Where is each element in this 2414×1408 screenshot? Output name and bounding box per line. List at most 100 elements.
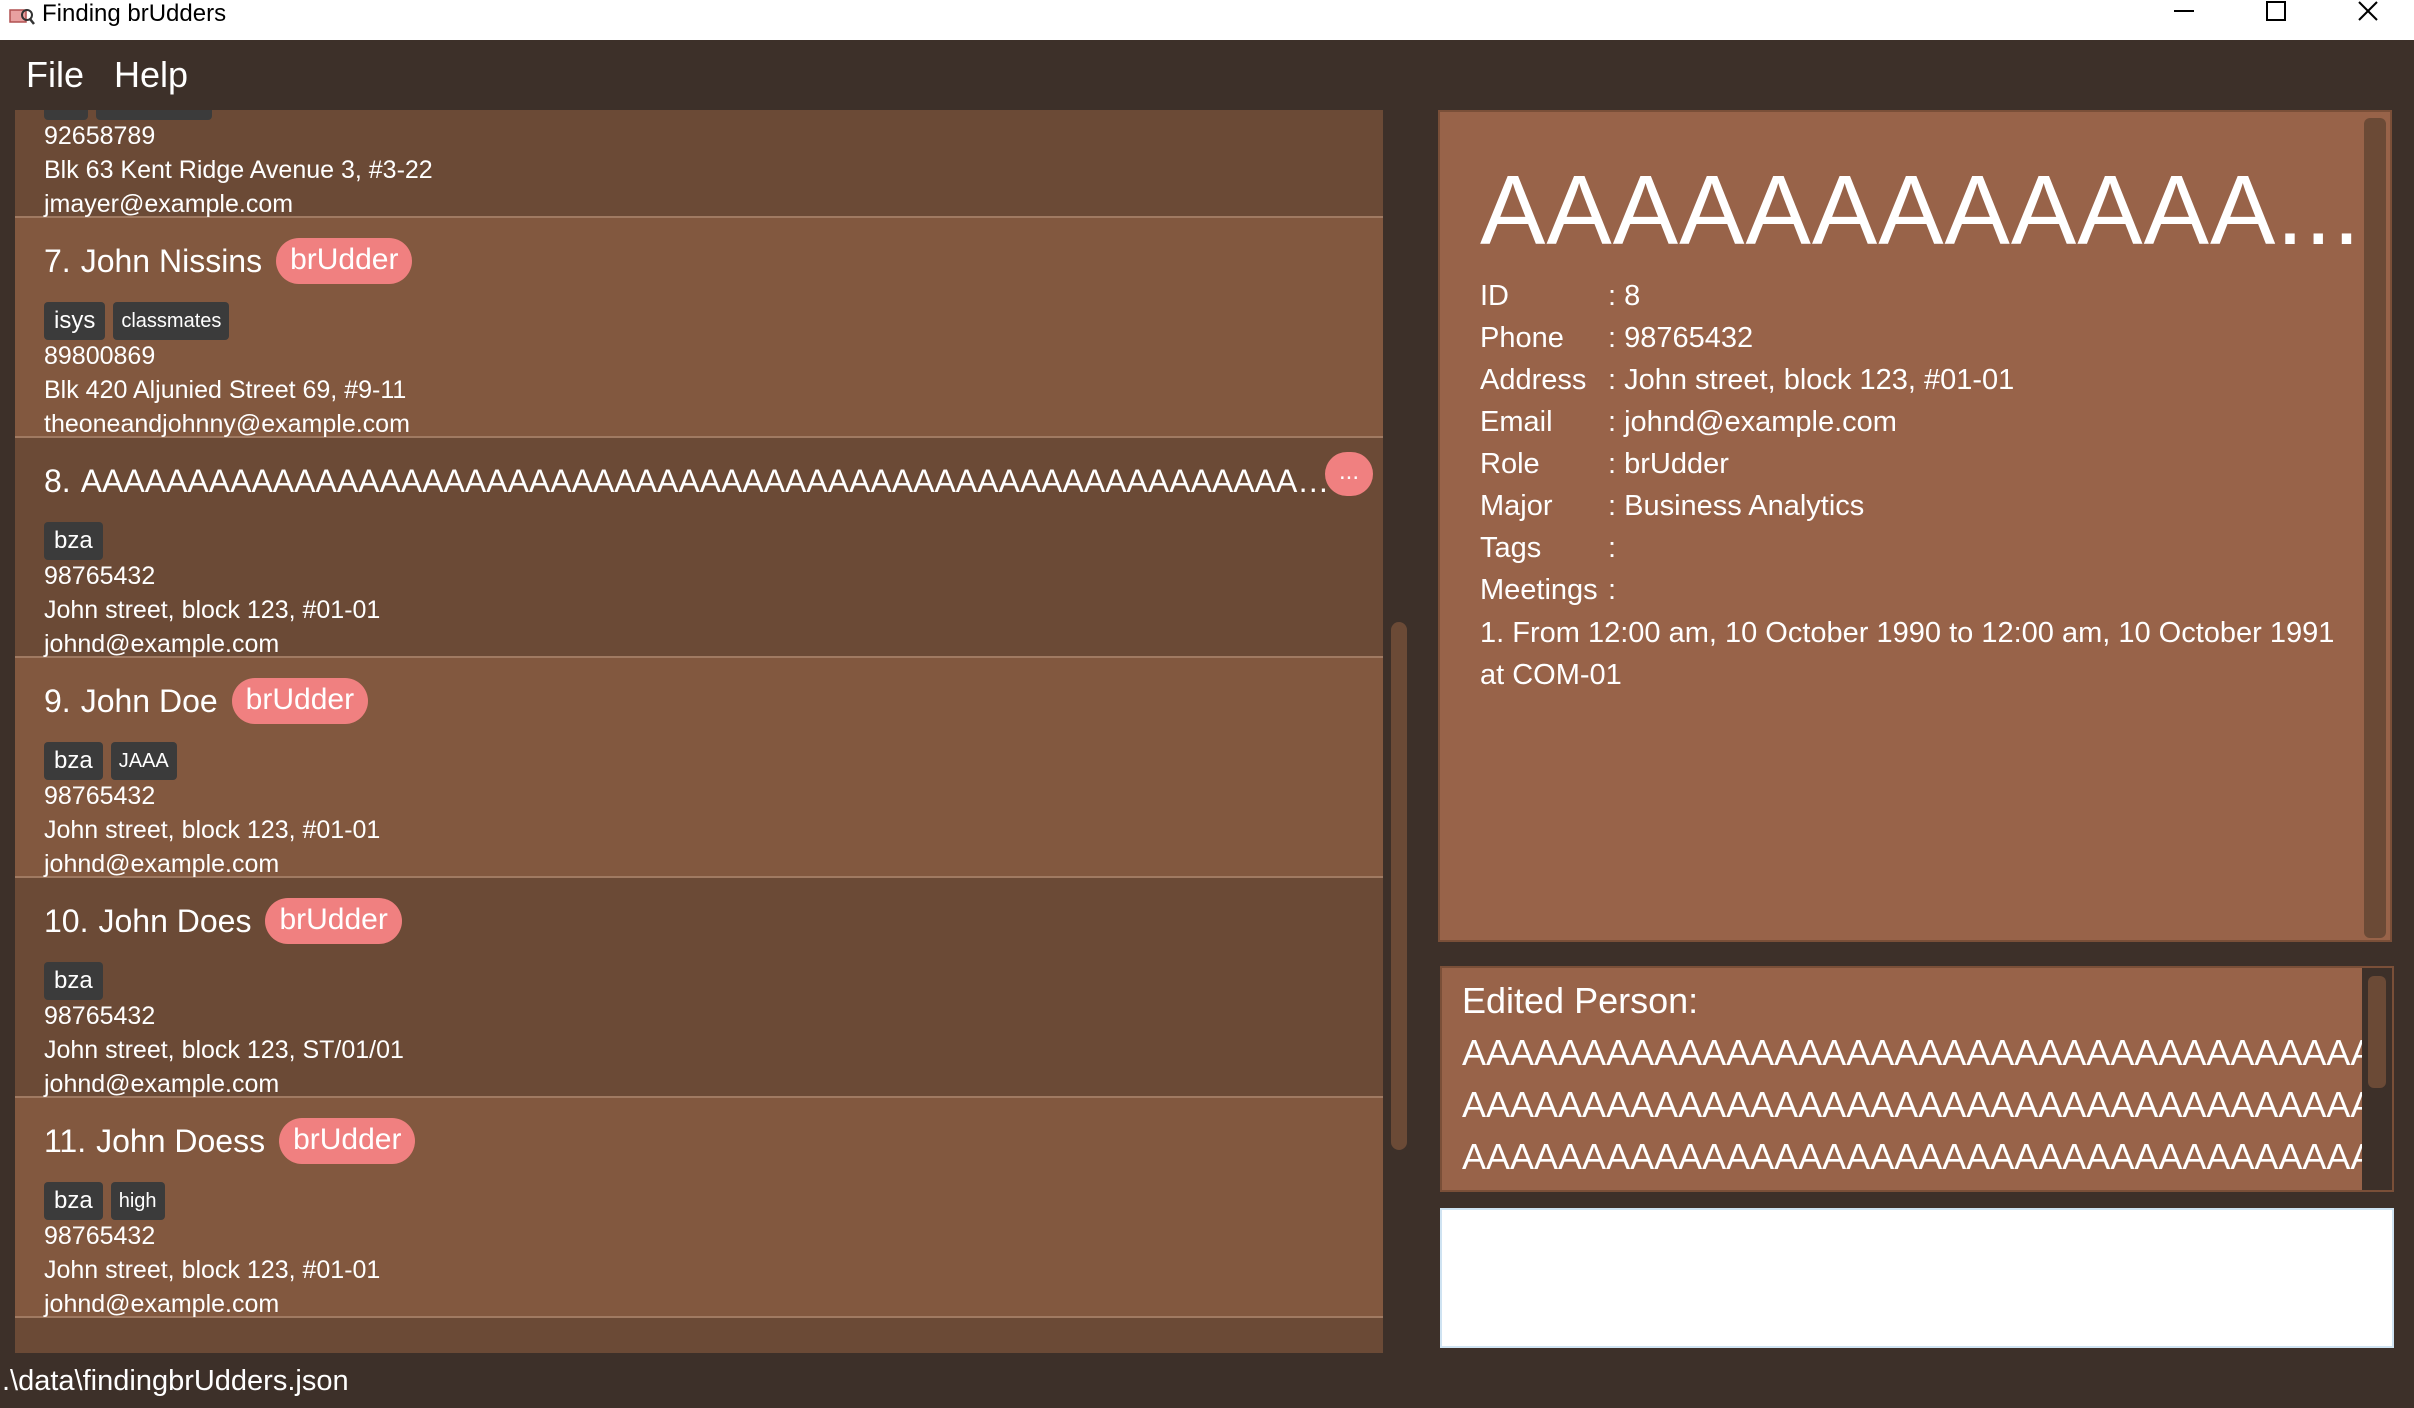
person-phone: 98765432 [44, 1002, 156, 1030]
person-name: John Doess [96, 1122, 266, 1159]
role-badge-truncated: ... [1325, 452, 1373, 496]
person-phone: 98765432 [44, 562, 156, 590]
detail-row-email: Email : johnd@example.com [1480, 406, 1897, 439]
minimize-icon [2174, 10, 2194, 12]
tag: cs [44, 110, 88, 120]
person-name: John Doe [80, 682, 218, 719]
person-email: theoneandjohnny@example.com [44, 410, 410, 438]
detail-label: Meetings [1480, 574, 1598, 606]
detail-value: : brUdder [1608, 448, 1729, 480]
detail-row-id: ID : 8 [1480, 280, 1640, 313]
detail-row-major: Major : Business Analytics [1480, 490, 1864, 523]
save-file-path: .\data\findingbrUdders.json [2, 1365, 349, 1397]
person-card[interactable]: 9. John Doe brUdder bza JAAA 98765432 Jo… [15, 658, 1383, 878]
person-card-selected[interactable]: 8. AAAAAAAAAAAAAAAAAAAAAAAAAAAAAAAAAAAAA… [15, 438, 1383, 658]
detail-row-address: Address : John street, block 123, #01-01 [1480, 364, 2014, 397]
person-email: jmayer@example.com [44, 190, 294, 218]
person-phone: 89800869 [44, 342, 156, 370]
person-email: johnd@example.com [44, 850, 280, 878]
tag: JAAA [110, 742, 177, 780]
detail-label: Major [1480, 490, 1553, 522]
tag: bza [44, 522, 103, 560]
window-titlebar: Finding brUdders [0, 0, 2414, 40]
tag: bza [44, 742, 103, 780]
result-display: Edited Person: AAAAAAAAAAAAAAAAAAAAAAAAA… [1440, 966, 2394, 1192]
person-address: Blk 63 Kent Ridge Avenue 3, #3-22 [44, 156, 433, 184]
detail-label: Tags [1480, 532, 1542, 564]
role-badge: brUdder [231, 678, 369, 724]
person-index: 7. [44, 242, 71, 279]
person-name: John Does [98, 902, 252, 939]
close-icon [2358, 1, 2378, 21]
person-card[interactable]: 11. John Doess brUdder bza high 98765432… [15, 1098, 1383, 1318]
window-title: Finding brUdders [42, 0, 227, 27]
list-scrollbar-thumb[interactable] [1391, 622, 1407, 1150]
person-address: John street, block 123, #01-01 [44, 816, 381, 844]
maximize-button[interactable] [2230, 0, 2322, 28]
detail-value: : [1608, 532, 1617, 564]
detail-value: : Business Analytics [1608, 490, 1865, 522]
person-address: Blk 420 Aljunied Street 69, #9-11 [44, 376, 407, 404]
detail-label: Email [1480, 406, 1553, 438]
detail-scrollbar[interactable] [2364, 118, 2386, 938]
person-index: 8. [44, 462, 71, 499]
menu-bar: File Help [0, 40, 2414, 110]
person-card[interactable]: 7. John Nissins brUdder isys classmates … [15, 218, 1383, 438]
person-index: 10. [44, 902, 89, 939]
detail-value: : johnd@example.com [1608, 406, 1897, 438]
person-card[interactable]: cs classmates 92658789 Blk 63 Kent Ridge… [15, 110, 1383, 218]
detail-value: : [1608, 574, 1617, 606]
tag: classmates [96, 110, 213, 120]
tag: high [110, 1182, 165, 1220]
person-phone: 98765432 [44, 1222, 156, 1250]
result-line: AAAAAAAAAAAAAAAAAAAAAAAAAAAAAAAAAAAAAAAA… [1462, 1136, 2362, 1177]
detail-row-meetings: Meetings: [1480, 574, 1616, 607]
tag: classmates [113, 302, 230, 340]
status-bar: .\data\findingbrUdders.json [0, 1353, 2414, 1408]
person-detail-panel: AAAAAAAAAAAA... ID : 8 Phone : 98765432 Ad… [1438, 110, 2392, 942]
person-card[interactable]: 10. John Does brUdder bza 98765432 John … [15, 878, 1383, 1098]
detail-label: Address [1480, 364, 1587, 396]
result-line: AAAAAAAAAAAAAAAAAAAAAAAAAAAAAAAAAAAAAAAA… [1462, 1032, 2362, 1073]
detail-label: Phone [1480, 322, 1564, 354]
person-index: 9. [44, 682, 71, 719]
tag: bza [44, 962, 103, 1000]
minimize-button[interactable] [2138, 0, 2230, 28]
person-address: John street, block 123, #01-01 [44, 596, 381, 624]
detail-row-phone: Phone : 98765432 [1480, 322, 1753, 355]
command-input[interactable] [1440, 1208, 2394, 1348]
person-list[interactable]: cs classmates 92658789 Blk 63 Kent Ridge… [15, 110, 1383, 1353]
detail-name: AAAAAAAAAAAA... [1480, 155, 2362, 265]
person-phone: 98765432 [44, 782, 156, 810]
tag: bza [44, 1182, 103, 1220]
role-badge: brUdder [276, 238, 413, 284]
detail-value: : John street, block 123, #01-01 [1608, 364, 2015, 396]
person-phone: 92658789 [44, 122, 156, 150]
result-label: Edited Person: [1462, 980, 1699, 1021]
result-scrollbar-thumb[interactable] [2368, 976, 2386, 1088]
app-icon [8, 6, 36, 30]
role-badge: brUdder [279, 1118, 416, 1164]
person-name: AAAAAAAAAAAAAAAAAAAAAAAAAAAAAAAAAAAAAAAA… [80, 462, 1331, 499]
detail-label: Role [1480, 448, 1540, 480]
tag: isys [44, 302, 106, 340]
menu-file[interactable]: File [26, 54, 84, 96]
person-address: John street, block 123, ST/01/01 [44, 1036, 404, 1064]
person-address: John street, block 123, #01-01 [44, 1256, 381, 1284]
detail-value: : 98765432 [1608, 322, 1754, 354]
role-badge: brUdder [265, 898, 402, 944]
detail-label: ID [1480, 280, 1509, 312]
meeting-entry: 1. From 12:00 am, 10 October 1990 to 12:… [1480, 617, 2335, 691]
detail-value: : 8 [1608, 280, 1641, 312]
menu-help[interactable]: Help [114, 54, 188, 96]
person-email: johnd@example.com [44, 1290, 280, 1318]
person-name: John Nissins [80, 242, 263, 279]
detail-row-role: Role : brUdder [1480, 448, 1729, 481]
person-email: johnd@example.com [44, 1070, 280, 1098]
result-line: AAAAAAAAAAAAAAAAAAAAAAAAAAAAAAAAAAAAAAAA… [1462, 1084, 2362, 1125]
person-email: johnd@example.com [44, 630, 280, 658]
close-button[interactable] [2322, 0, 2414, 28]
detail-row-tags: Tags: [1480, 532, 1616, 565]
person-index: 11. [44, 1122, 87, 1159]
maximize-icon [2266, 1, 2286, 21]
